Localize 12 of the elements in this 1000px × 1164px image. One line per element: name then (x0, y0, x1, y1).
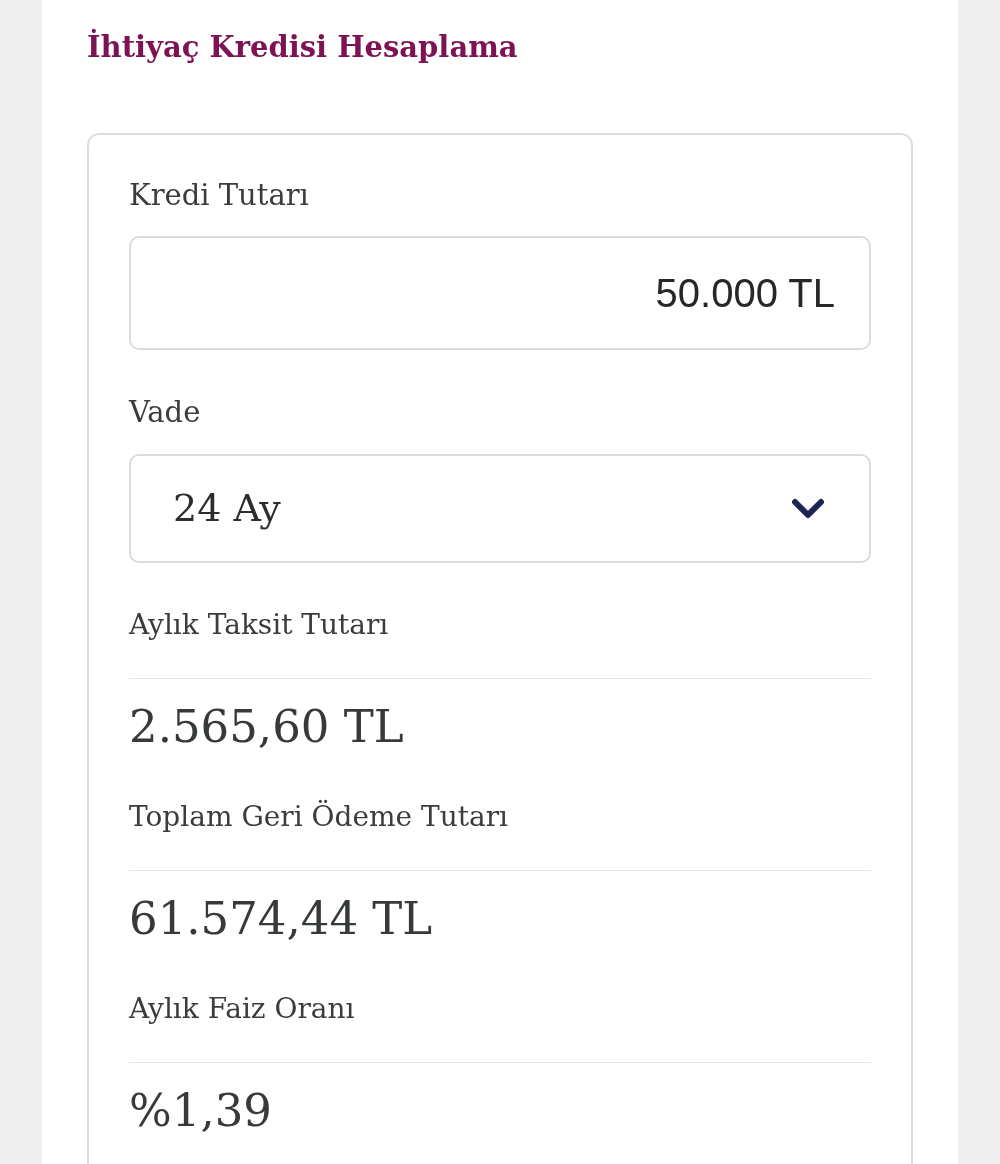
field-label: Vade (129, 394, 202, 431)
result-value: %1,39 (129, 1083, 273, 1139)
chevron-down-icon (791, 497, 825, 520)
term-select[interactable]: 24 Ay (129, 454, 871, 563)
page-title: İhtiyaç Kredisi Hesaplama (87, 28, 519, 66)
result-label: Aylık Faiz Oranı (129, 991, 356, 1027)
field-label: Kredi Tutarı (129, 177, 310, 214)
result-label: Toplam Geri Ödeme Tutarı (129, 799, 510, 835)
result-value: 2.565,60 TL (129, 699, 405, 755)
result-label: Aylık Taksit Tutarı (129, 607, 390, 643)
amount-field[interactable]: 50.000 TL (129, 236, 871, 350)
result-value: 61.574,44 TL (129, 891, 434, 947)
